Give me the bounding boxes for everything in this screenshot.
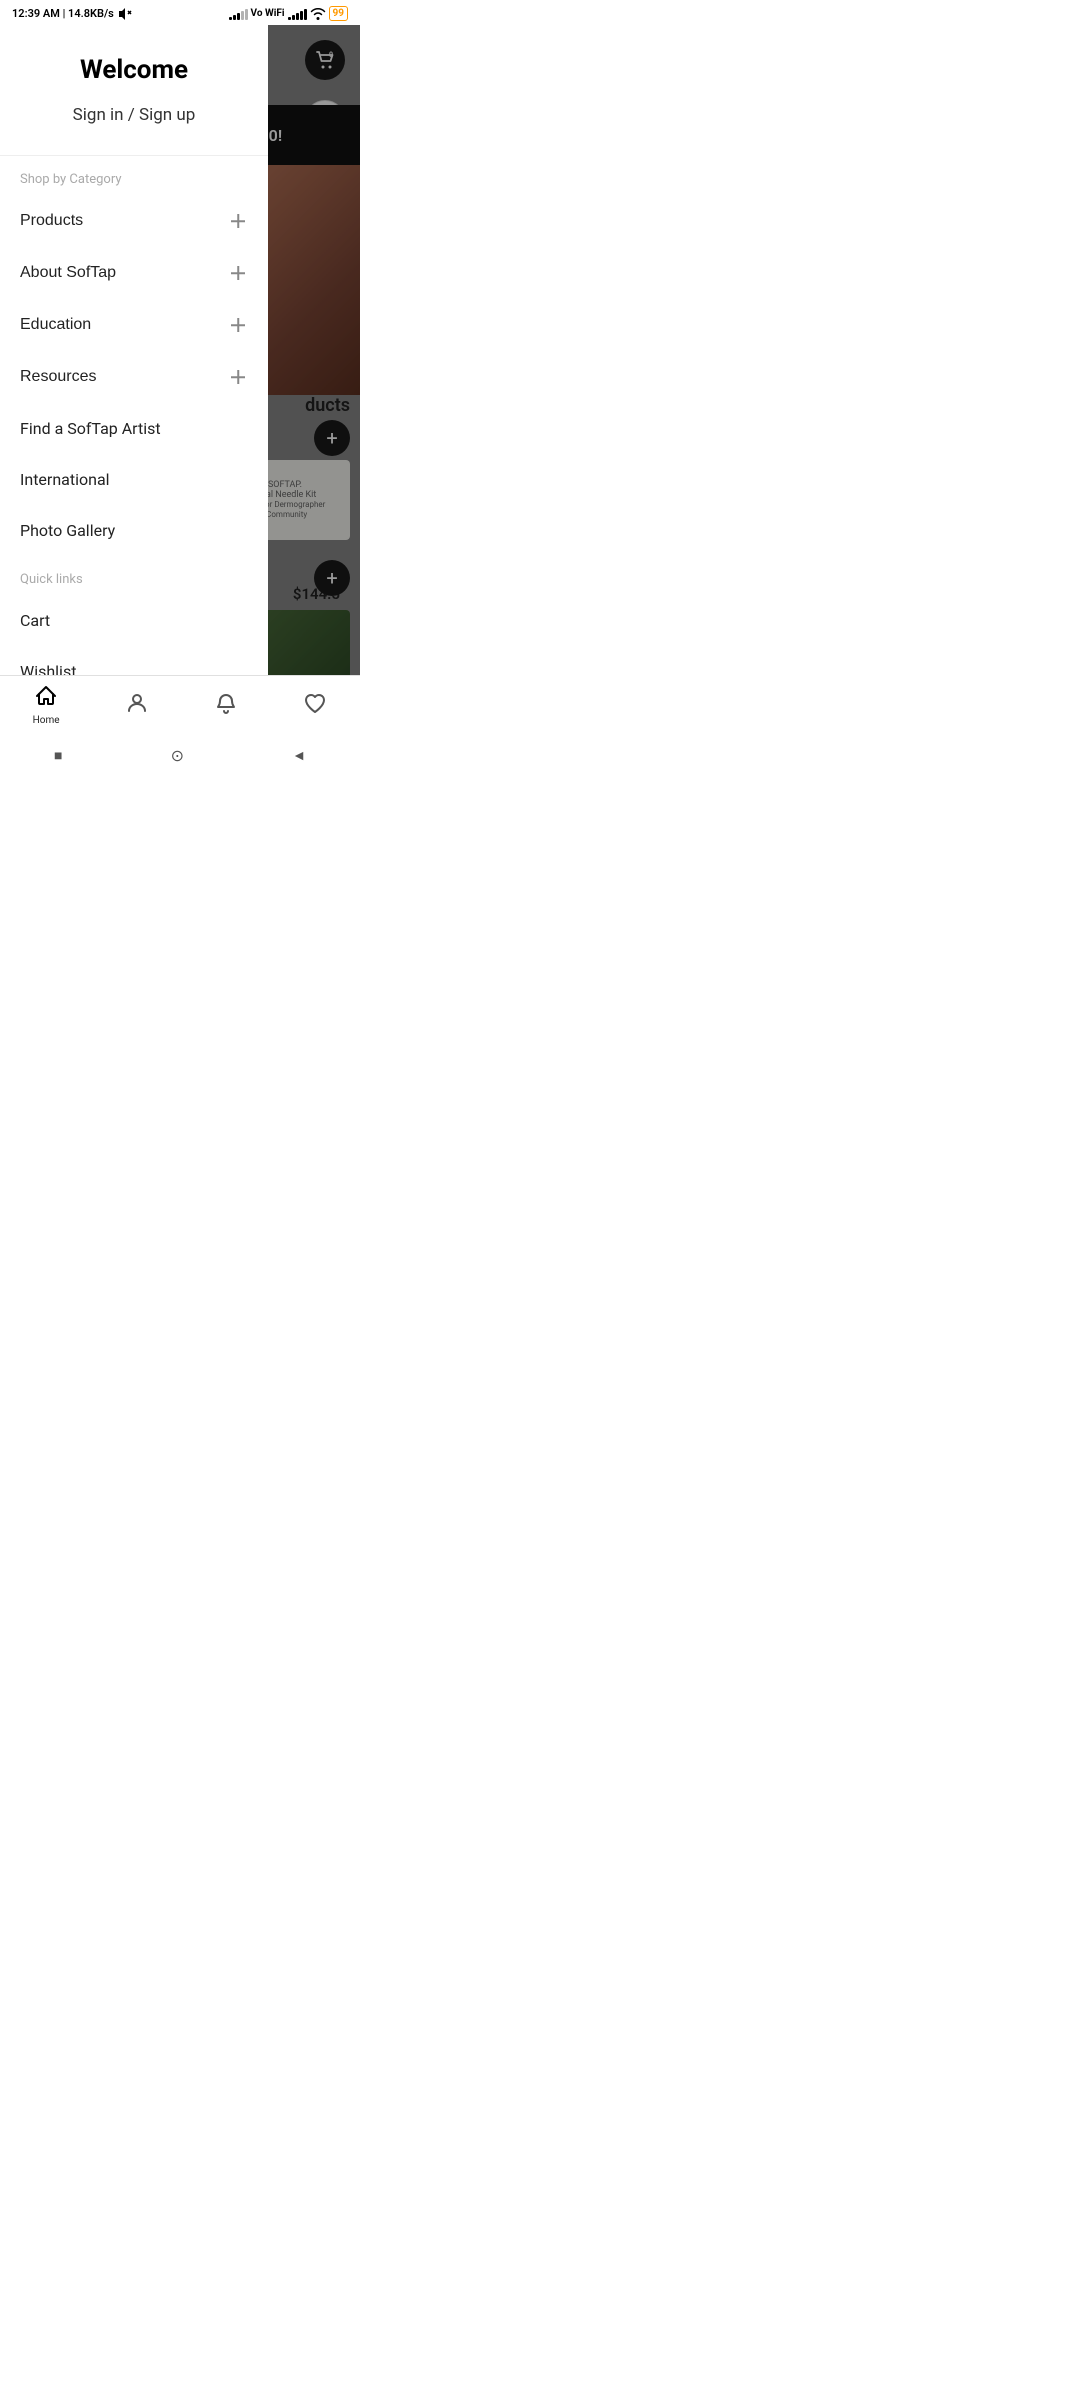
bottom-nav-user[interactable]: [113, 687, 161, 723]
time-display: 12:39 AM | 14.8KB/s: [12, 7, 114, 20]
expand-resources-icon: [228, 367, 248, 387]
nav-item-international[interactable]: International: [0, 454, 268, 505]
navigation-drawer: Welcome Sign in / Sign up Shop by Catego…: [0, 25, 268, 777]
signin-link[interactable]: Sign in / Sign up: [20, 105, 248, 125]
quick-link-cart[interactable]: Cart: [0, 595, 268, 646]
back-button[interactable]: ◄: [292, 747, 306, 764]
bottom-nav-wishlist[interactable]: [291, 687, 339, 723]
battery-level: 99: [333, 8, 344, 19]
home-button[interactable]: ⊙: [171, 746, 184, 765]
battery-indicator: 99: [329, 6, 348, 21]
nav-item-education[interactable]: Education: [0, 299, 268, 351]
nav-label-education: Education: [20, 316, 91, 334]
nav-label-products: Products: [20, 212, 83, 230]
nav-item-resources[interactable]: Resources: [0, 351, 268, 403]
vo-wifi-label: Vo WiFi: [251, 8, 285, 19]
bell-icon: [214, 691, 238, 719]
recent-apps-button[interactable]: ■: [54, 747, 62, 764]
nav-label-about: About SofTap: [20, 264, 116, 282]
bottom-nav-home[interactable]: Home: [21, 680, 72, 730]
nav-item-photo-gallery[interactable]: Photo Gallery: [0, 505, 268, 556]
screen-container: 0 er $200! ducts + SOFTAP.ional Needle K…: [0, 25, 360, 777]
status-left: 12:39 AM | 14.8KB/s: [12, 7, 132, 21]
bottom-nav-notifications[interactable]: [202, 687, 250, 723]
status-right: Vo WiFi 99: [229, 6, 348, 21]
signal-bars: [229, 8, 248, 20]
welcome-title: Welcome: [20, 55, 248, 85]
nav-item-find-artist[interactable]: Find a SofTap Artist: [0, 403, 268, 454]
nav-label-resources: Resources: [20, 368, 96, 386]
bottom-navigation: Home: [0, 675, 360, 733]
home-icon: [34, 684, 58, 712]
nav-item-about-softap[interactable]: About SofTap: [0, 247, 268, 299]
expand-about-icon: [228, 263, 248, 283]
status-bar: 12:39 AM | 14.8KB/s Vo WiFi 99: [0, 0, 360, 25]
shop-category-label: Shop by Category: [0, 156, 268, 195]
mute-icon: [118, 7, 132, 21]
expand-education-icon: [228, 315, 248, 335]
heart-icon: [303, 691, 327, 719]
quick-links-label: Quick links: [0, 556, 268, 595]
wifi-icon: [310, 8, 326, 20]
signal-bars2: [288, 8, 307, 20]
nav-item-products[interactable]: Products: [0, 195, 268, 247]
user-icon: [125, 691, 149, 719]
home-label: Home: [33, 715, 60, 726]
expand-products-icon: [228, 211, 248, 231]
android-navigation-bar: ■ ⊙ ◄: [0, 733, 360, 777]
drawer-header: Welcome Sign in / Sign up: [0, 25, 268, 156]
